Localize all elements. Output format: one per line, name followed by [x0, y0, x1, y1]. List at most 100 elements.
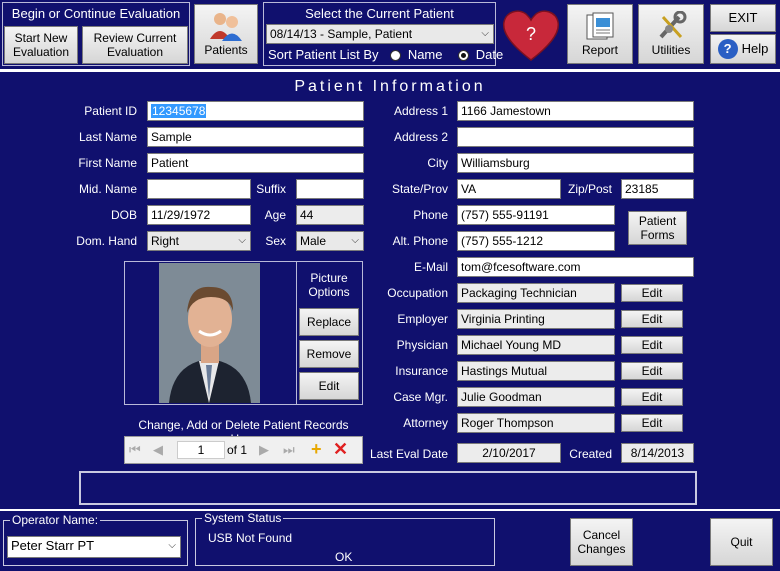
address1-input[interactable]: 1166 Jamestown — [457, 101, 694, 121]
utilities-button-label: Utilities — [651, 43, 691, 57]
sex-select[interactable]: Male ⌵ — [296, 231, 364, 251]
delete-record-icon[interactable]: ✕ — [333, 439, 348, 460]
created-label: Created — [569, 447, 612, 461]
edit-occupation-button[interactable]: Edit — [621, 284, 683, 302]
patient-select-value: 08/14/13 - Sample, Patient — [270, 27, 413, 41]
patient-select[interactable]: 08/14/13 - Sample, Patient ⌵ — [266, 24, 494, 44]
chevron-down-icon: ⌵ — [351, 235, 359, 246]
created-field: 8/14/2013 — [621, 443, 694, 463]
record-position-input[interactable]: 1 — [177, 441, 225, 459]
report-icon — [586, 12, 614, 40]
page-title: Patient Information — [294, 78, 486, 95]
city-input[interactable]: Williamsburg — [457, 153, 694, 173]
utilities-button[interactable]: Utilities — [638, 4, 704, 64]
alt-phone-label: Alt. Phone — [392, 234, 448, 248]
edit-insurance-button[interactable]: Edit — [621, 362, 683, 380]
first-name-input[interactable]: Patient — [147, 153, 364, 173]
phone-label: Phone — [413, 208, 448, 222]
first-record-icon[interactable]: ⏮ — [129, 442, 141, 458]
insurance-field: Hastings Mutual — [457, 361, 615, 381]
state-label: State/Prov — [391, 182, 448, 196]
replace-picture-button[interactable]: Replace — [299, 308, 359, 336]
operator-select[interactable]: Peter Starr PT ⌵ — [7, 536, 181, 558]
city-label: City — [427, 156, 448, 170]
chevron-down-icon: ⌵ — [168, 540, 176, 551]
sort-name-label: Name — [407, 47, 443, 62]
patients-button[interactable]: Patients — [194, 4, 258, 64]
system-status-ok: OK — [335, 550, 353, 564]
age-field: 44 — [296, 205, 364, 225]
edit-employer-button[interactable]: Edit — [621, 310, 683, 328]
patient-photo — [159, 263, 260, 403]
case-mgr-field: Julie Goodman — [457, 387, 615, 407]
dom-hand-label: Dom. Hand — [76, 234, 137, 248]
last-eval-field: 2/10/2017 — [457, 443, 561, 463]
last-record-icon[interactable]: ⏭ — [283, 442, 295, 458]
patients-button-label: Patients — [204, 43, 248, 57]
edit-case-mgr-button[interactable]: Edit — [621, 388, 683, 406]
suffix-input[interactable] — [296, 179, 364, 199]
dom-hand-select[interactable]: Right ⌵ — [147, 231, 251, 251]
exit-button[interactable]: EXIT — [710, 4, 776, 32]
alt-phone-input[interactable]: (757) 555-1212 — [457, 231, 615, 251]
first-name-label: First Name — [78, 156, 137, 170]
employer-label: Employer — [397, 312, 448, 326]
system-status-label: System Status — [202, 511, 284, 525]
help-button-label: Help — [741, 41, 769, 56]
sex-label: Sex — [265, 234, 286, 248]
chevron-down-icon: ⌵ — [238, 235, 246, 246]
email-input[interactable]: tom@fcesoftware.com — [457, 257, 694, 277]
system-status-text: USB Not Found — [208, 531, 293, 545]
sort-date-radio[interactable] — [458, 50, 470, 62]
dob-label: DOB — [110, 208, 137, 222]
quit-button[interactable]: Quit — [710, 518, 773, 566]
add-record-icon[interactable]: + — [311, 439, 322, 460]
age-label: Age — [264, 208, 286, 222]
next-record-icon[interactable]: ▶ — [259, 442, 269, 458]
heart-button[interactable]: ? — [500, 4, 562, 64]
remove-picture-button[interactable]: Remove — [299, 340, 359, 368]
cancel-changes-button[interactable]: Cancel Changes — [570, 518, 633, 566]
sex-value: Male — [300, 234, 327, 248]
mid-name-label: Mid. Name — [78, 182, 137, 196]
dob-input[interactable]: 11/29/1972 — [147, 205, 251, 225]
mid-name-input[interactable] — [147, 179, 251, 199]
help-icon: ? — [717, 39, 738, 59]
patient-id-input[interactable]: 12345678 — [147, 101, 364, 121]
sort-name-radio[interactable] — [390, 50, 402, 62]
toolbar-divider — [0, 69, 780, 72]
chevron-down-icon: ⌵ — [481, 28, 489, 39]
last-name-input[interactable]: Sample — [147, 127, 364, 147]
email-label: E-Mail — [413, 260, 448, 274]
suffix-label: Suffix — [256, 182, 286, 196]
address1-label: Address 1 — [393, 104, 448, 118]
address2-input[interactable] — [457, 127, 694, 147]
state-input[interactable]: VA — [457, 179, 561, 199]
patient-forms-button[interactable]: Patient Forms — [628, 211, 687, 245]
occupation-label: Occupation — [387, 286, 448, 300]
zip-label: Zip/Post — [567, 182, 612, 196]
help-button[interactable]: ? Help — [710, 34, 776, 64]
phone-input[interactable]: (757) 555-91191 — [457, 205, 615, 225]
zip-input[interactable]: 23185 — [621, 179, 694, 199]
message-bar — [79, 471, 697, 505]
edit-picture-button[interactable]: Edit — [299, 372, 359, 400]
last-eval-label: Last Eval Date — [369, 447, 448, 461]
start-new-evaluation-button[interactable]: Start New Evaluation — [4, 26, 78, 64]
last-name-label: Last Name — [78, 130, 137, 144]
prev-record-icon[interactable]: ◀ — [153, 442, 163, 458]
dom-hand-value: Right — [151, 234, 180, 248]
operator-label: Operator Name: — [10, 513, 101, 527]
report-button-label: Report — [581, 43, 619, 57]
record-navigator: ⏮ ◀ 1 of 1 ▶ ⏭ + ✕ — [124, 436, 363, 464]
review-current-evaluation-button[interactable]: Review Current Evaluation — [82, 26, 188, 64]
patients-icon — [210, 13, 242, 41]
edit-physician-button[interactable]: Edit — [621, 336, 683, 354]
svg-text:?: ? — [526, 24, 536, 44]
picture-options-label: Picture Options — [308, 271, 350, 299]
edit-attorney-button[interactable]: Edit — [621, 414, 683, 432]
report-button[interactable]: Report — [567, 4, 633, 64]
sort-row: Sort Patient List By Name Date — [268, 47, 503, 62]
heart-question-icon: ? — [502, 10, 560, 61]
footer-divider — [0, 509, 780, 511]
